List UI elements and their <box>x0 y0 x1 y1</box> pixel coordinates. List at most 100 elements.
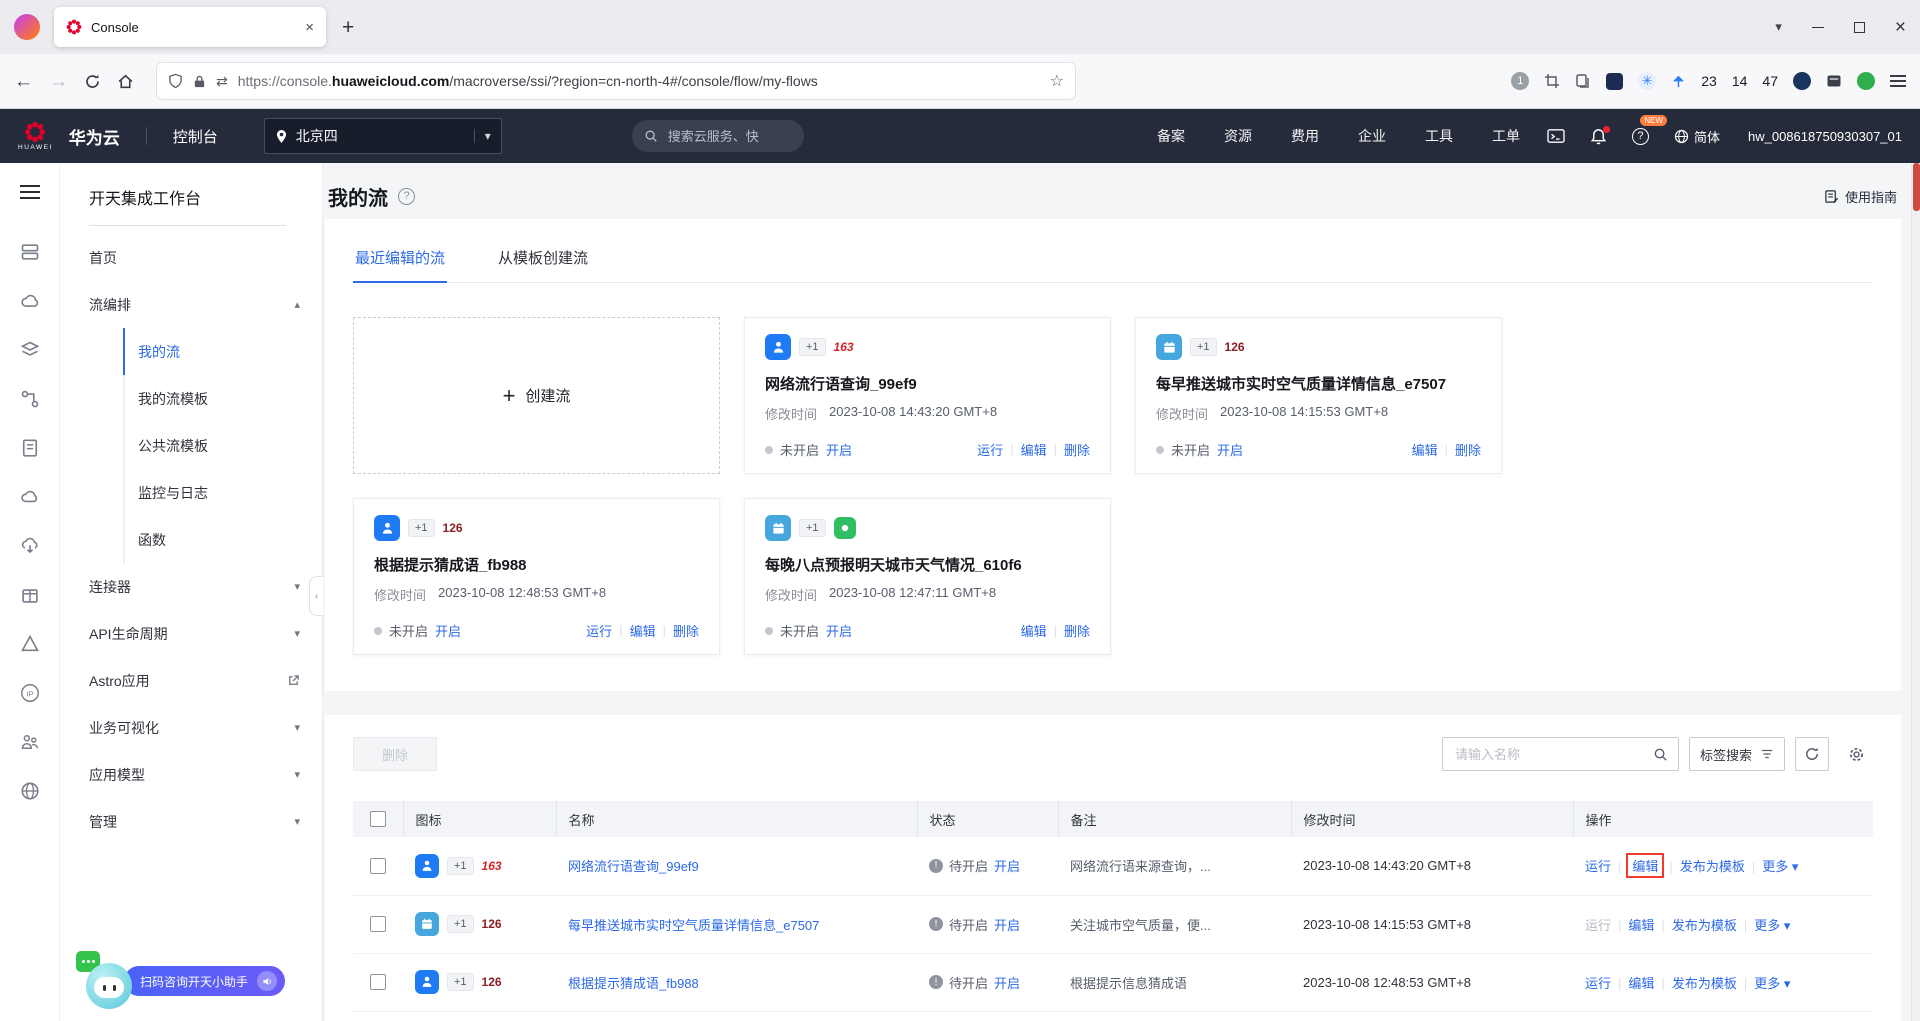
counter-badge[interactable]: 14 <box>1732 73 1748 89</box>
console-link[interactable]: 控制台 <box>173 126 218 147</box>
nav-icon-cloud-download[interactable] <box>20 521 40 570</box>
notifications-bell-icon[interactable] <box>1590 128 1607 145</box>
url-bar[interactable]: ⇄ https://console.huaweicloud.com/macrov… <box>156 62 1076 100</box>
nav-icon-globe[interactable] <box>20 766 40 815</box>
assistant-pill[interactable]: 扫码咨询开天小助手 <box>124 966 285 996</box>
sidebar-item-public-flow-templates[interactable]: 公共流模板 <box>123 422 322 469</box>
bookmark-star-icon[interactable]: ☆ <box>1050 71 1064 91</box>
nav-icon-layers[interactable] <box>20 325 40 374</box>
extension-panel-icon[interactable] <box>1826 73 1842 89</box>
edit-link[interactable]: 编辑 <box>1628 918 1654 933</box>
cli-terminal-icon[interactable] <box>1547 128 1565 144</box>
upload-arrow-icon[interactable] <box>1671 74 1686 89</box>
select-all-checkbox[interactable] <box>370 811 386 827</box>
search-icon[interactable] <box>1653 747 1668 762</box>
page-scrollbar[interactable] <box>1911 163 1920 1021</box>
enable-link[interactable]: 开启 <box>435 621 461 640</box>
create-flow-card[interactable]: + 创建流 <box>353 317 720 474</box>
flow-name-link[interactable]: 根据提示猜成语_fb988 <box>568 976 699 991</box>
sidebar-group-management[interactable]: 管理▾ <box>60 798 322 845</box>
minimize-button[interactable] <box>1812 27 1824 28</box>
run-link[interactable]: 运行 <box>586 621 612 640</box>
edit-link[interactable]: 编辑 <box>1021 621 1047 640</box>
sidebar-group-connectors[interactable]: 连接器▾ <box>60 563 322 610</box>
tracking-protection-shield-icon[interactable] <box>168 73 183 89</box>
brand-name[interactable]: 华为云 <box>69 124 120 149</box>
extension-adblock-icon[interactable] <box>1857 72 1875 90</box>
edit-link[interactable]: 编辑 <box>1628 976 1654 991</box>
delete-link[interactable]: 删除 <box>673 621 699 640</box>
row-checkbox[interactable] <box>370 916 386 932</box>
menu-item-tickets[interactable]: 工单 <box>1492 126 1520 146</box>
enable-link[interactable]: 开启 <box>994 973 1020 992</box>
more-link[interactable]: 更多 ▾ <box>1762 859 1798 874</box>
new-tab-button[interactable]: + <box>342 17 354 38</box>
back-button[interactable]: ← <box>14 72 33 91</box>
extension-badge-icon[interactable]: 1 <box>1511 72 1529 90</box>
tag-search-button[interactable]: 标签搜索 <box>1689 737 1785 771</box>
maximize-button[interactable] <box>1854 22 1865 33</box>
sidebar-item-monitoring-logs[interactable]: 监控与日志 <box>123 469 322 516</box>
tab-create-from-template[interactable]: 从模板创建流 <box>496 237 590 282</box>
menu-item-resources[interactable]: 资源 <box>1224 126 1252 146</box>
name-search-input[interactable] <box>1453 746 1653 763</box>
sidebar-item-my-flows[interactable]: 我的流 <box>123 328 322 375</box>
cloud-search-input[interactable] <box>666 128 786 145</box>
sidebar-group-business-visualization[interactable]: 业务可视化▾ <box>60 704 322 751</box>
table-settings-gear-icon[interactable] <box>1839 737 1873 771</box>
more-link[interactable]: 更多 ▾ <box>1754 918 1790 933</box>
sidebar-item-home[interactable]: 首页 <box>60 234 322 281</box>
help-icon[interactable]: ? NEW <box>1632 128 1649 145</box>
browser-profile-icon[interactable] <box>14 14 40 40</box>
row-checkbox[interactable] <box>370 974 386 990</box>
counter-badge[interactable]: 47 <box>1762 73 1778 89</box>
sidebar-item-functions[interactable]: 函数 <box>123 516 322 563</box>
flow-name[interactable]: 每晚八点预报明天城市天气情况_610f6 <box>765 554 1090 575</box>
sidebar-group-flow-orchestration[interactable]: 流编排 ▴ <box>60 281 322 328</box>
more-link[interactable]: 更多 ▾ <box>1754 976 1790 991</box>
tab-recent-flows[interactable]: 最近编辑的流 <box>353 237 447 283</box>
edit-link[interactable]: 编辑 <box>630 621 656 640</box>
browser-tab[interactable]: Console × <box>54 7 326 47</box>
run-link[interactable]: 运行 <box>977 440 1003 459</box>
reload-button[interactable] <box>84 73 101 90</box>
lock-icon[interactable] <box>193 74 206 89</box>
flow-name-link[interactable]: 网络流行语查询_99ef9 <box>568 859 699 874</box>
edit-link[interactable]: 编辑 <box>1632 859 1658 874</box>
sidebar-group-api-lifecycle[interactable]: API生命周期▾ <box>60 610 322 657</box>
list-tabs-icon[interactable]: ▾ <box>1775 19 1782 35</box>
screenshot-crop-icon[interactable] <box>1544 73 1560 89</box>
url-text[interactable]: https://console.huaweicloud.com/macrover… <box>238 73 1040 89</box>
forward-button[interactable]: → <box>49 72 68 91</box>
extension-pages-icon[interactable] <box>1575 73 1591 89</box>
speaker-icon[interactable] <box>257 971 277 991</box>
menu-item-beian[interactable]: 备案 <box>1157 126 1185 146</box>
nav-icon-workflow[interactable] <box>20 374 40 423</box>
publish-as-template-link[interactable]: 发布为模板 <box>1672 976 1737 991</box>
run-link[interactable]: 运行 <box>1585 976 1611 991</box>
region-selector[interactable]: 北京四 ▾ <box>264 118 502 154</box>
menu-item-tools[interactable]: 工具 <box>1425 126 1453 146</box>
nav-icon-lab[interactable] <box>20 619 40 668</box>
all-services-menu-icon[interactable] <box>20 181 40 203</box>
extension-dark-icon[interactable] <box>1606 73 1623 90</box>
sidebar-item-astro-app[interactable]: Astro应用 <box>60 657 322 704</box>
scrollbar-thumb[interactable] <box>1913 163 1920 211</box>
permissions-icon[interactable]: ⇄ <box>216 73 228 90</box>
enable-link[interactable]: 开启 <box>994 915 1020 934</box>
huawei-logo[interactable]: HUAWEI <box>18 121 53 151</box>
close-window-button[interactable]: × <box>1895 18 1906 37</box>
extension-snowflake-icon[interactable]: ✳ <box>1638 72 1656 90</box>
publish-as-template-link[interactable]: 发布为模板 <box>1680 859 1745 874</box>
sidebar-group-app-model[interactable]: 应用模型▾ <box>60 751 322 798</box>
enable-link[interactable]: 开启 <box>826 440 852 459</box>
home-button[interactable] <box>117 73 134 90</box>
assistant-widget[interactable]: 扫码咨询开天小助手 <box>78 951 285 1011</box>
edit-link[interactable]: 编辑 <box>1412 440 1438 459</box>
counter-badge[interactable]: 23 <box>1701 73 1717 89</box>
run-link-disabled[interactable]: 运行 <box>1585 918 1611 933</box>
tab-close-icon[interactable]: × <box>305 20 314 35</box>
nav-icon-cloud-dots[interactable] <box>20 276 40 325</box>
enable-link[interactable]: 开启 <box>994 856 1020 875</box>
row-checkbox[interactable] <box>370 858 386 874</box>
